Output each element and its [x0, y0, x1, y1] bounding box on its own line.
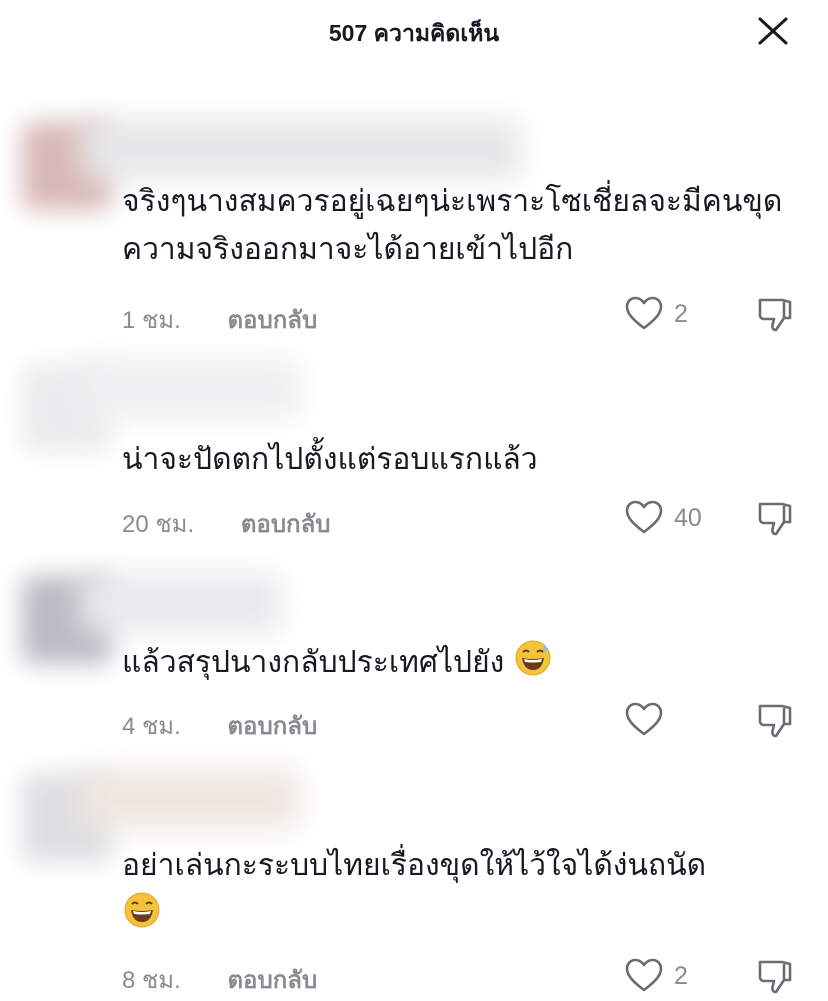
like-button[interactable] [624, 700, 714, 740]
username-blurred[interactable] [80, 360, 300, 418]
username-blurred[interactable] [80, 120, 520, 178]
grinning-emoji [124, 892, 160, 928]
thumbs-down-icon [758, 502, 792, 536]
comment-item: อย่าเล่นกะระบบไทยเรื่องขุดให้ไว้ใจได้ง่น… [0, 764, 828, 994]
reply-button[interactable]: ตอบกลับ [227, 300, 317, 339]
close-button[interactable] [756, 16, 790, 46]
heart-icon [625, 500, 663, 534]
reply-button[interactable]: ตอบกลับ [241, 504, 331, 543]
comment-text-body: แล้วสรุปนางกลับประเทศไปยัง [122, 646, 505, 679]
reply-button[interactable]: ตอบกลับ [227, 960, 317, 999]
comment-item: น่าจะปัดตกไปตั้งแต่รอบแรกแล้ว 20 ชม. ตอบ… [0, 356, 828, 568]
thumbs-down-icon [758, 704, 792, 738]
heart-icon [625, 296, 663, 330]
dislike-button[interactable] [754, 700, 798, 740]
comment-item: จริงๆนางสมควรอยู่เฉยๆน่ะเพราะโซเชี่ยลจะม… [0, 116, 828, 356]
comment-text: จริงๆนางสมควรอยู่เฉยๆน่ะเพราะโซเชี่ยลจะม… [122, 185, 783, 266]
thumbs-down-icon [758, 298, 792, 332]
thumbs-down-icon [758, 960, 792, 994]
dislike-button[interactable] [754, 956, 798, 996]
grinning-sweat-emoji [515, 640, 551, 676]
comment-time: 20 ชม. [122, 511, 195, 538]
comments-header: 507 ความคิดเห็น [0, 0, 828, 62]
comment-time: 1 ชม. [122, 307, 181, 334]
comment-meta: 4 ชม. ตอบกลับ [122, 706, 317, 745]
like-button[interactable]: 40 [624, 498, 714, 538]
like-count: 40 [674, 504, 702, 532]
comment-time: 4 ชม. [122, 713, 181, 740]
like-button[interactable]: 2 [624, 294, 714, 334]
like-count: 2 [674, 300, 688, 328]
username-blurred[interactable] [80, 770, 300, 828]
reply-button[interactable]: ตอบกลับ [227, 706, 317, 745]
close-icon [758, 17, 788, 45]
heart-icon [625, 702, 663, 736]
like-button[interactable]: 2 [624, 956, 714, 996]
dislike-button[interactable] [754, 498, 798, 538]
comment-meta: 20 ชม. ตอบกลับ [122, 504, 331, 543]
dislike-button[interactable] [754, 294, 798, 334]
comment-meta: 8 ชม. ตอบกลับ [122, 960, 317, 999]
heart-icon [625, 958, 663, 992]
username-blurred[interactable] [80, 574, 280, 632]
comment-meta: 1 ชม. ตอบกลับ [122, 300, 317, 339]
comment-item: แล้วสรุปนางกลับประเทศไปยัง 4 ชม. ตอบกลับ [0, 568, 828, 764]
comment-text: อย่าเล่นกะระบบไทยเรื่องขุดให้ไว้ใจได้ง่น… [122, 842, 812, 939]
like-count: 2 [674, 962, 688, 990]
comments-count-title: 507 ความคิดเห็น [328, 20, 500, 46]
comment-text: น่าจะปัดตกไปตั้งแต่รอบแรกแล้ว [122, 443, 538, 476]
comment-text: แล้วสรุปนางกลับประเทศไปยัง [122, 638, 812, 687]
comment-text-body: อย่าเล่นกะระบบไทยเรื่องขุดให้ไว้ใจได้ง่น… [122, 849, 707, 882]
comment-time: 8 ชม. [122, 967, 181, 994]
